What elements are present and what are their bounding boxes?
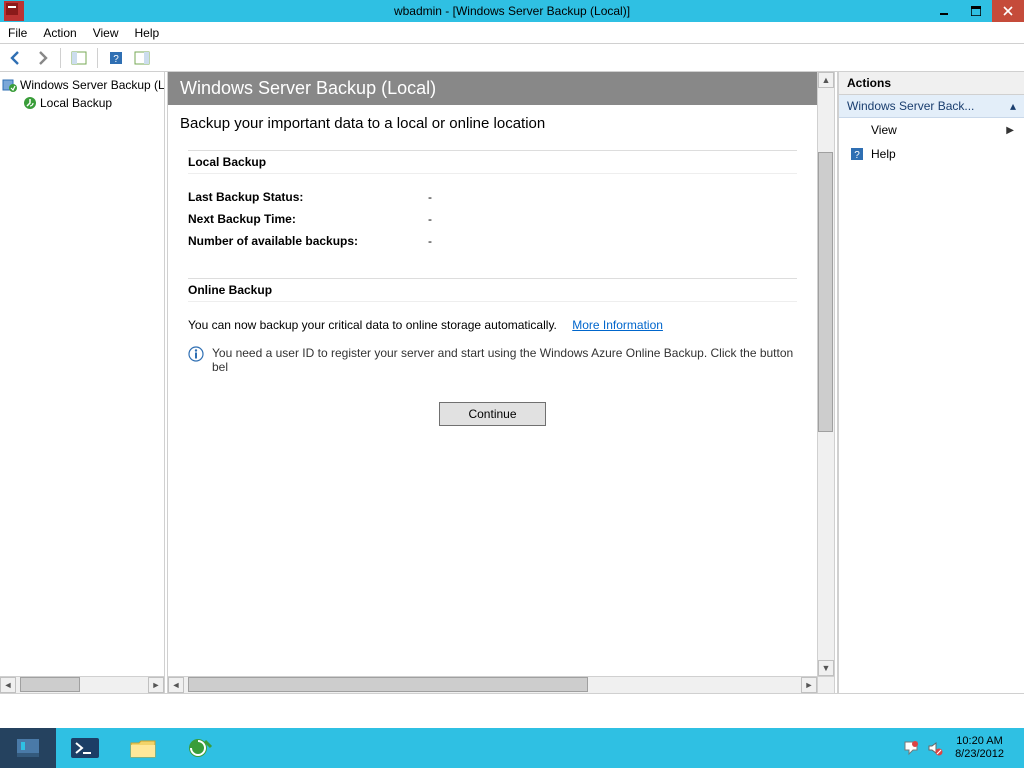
blank-icon: [849, 122, 865, 138]
tree-horizontal-scrollbar[interactable]: ◄ ►: [0, 676, 164, 693]
start-button[interactable]: [0, 728, 56, 768]
backup-count-value: -: [428, 234, 797, 248]
backup-count-row: Number of available backups: -: [188, 234, 797, 248]
tree-root-label: Windows Server Backup (L: [20, 78, 164, 92]
actions-help-label: Help: [871, 147, 896, 161]
scroll-thumb[interactable]: [818, 152, 833, 432]
page-subtitle: Backup your important data to a local or…: [168, 105, 817, 150]
forward-button[interactable]: [30, 46, 54, 70]
taskbar: 10:20 AM 8/23/2012: [0, 728, 1024, 768]
close-button[interactable]: [992, 0, 1024, 22]
last-backup-status-value: -: [428, 190, 797, 204]
toolbar-separator: [60, 48, 61, 68]
online-backup-section: Online Backup You can now backup your cr…: [188, 278, 797, 426]
actions-pane: Actions Windows Server Back... ▴ View ▶ …: [838, 72, 1024, 693]
clock-time: 10:20 AM: [955, 735, 1004, 748]
center-vertical-scrollbar[interactable]: ▲ ▼: [817, 72, 834, 676]
next-backup-time-label: Next Backup Time:: [188, 212, 428, 226]
next-backup-time-value: -: [428, 212, 797, 226]
center-content: Windows Server Backup (Local) Backup you…: [168, 72, 817, 676]
menu-help[interactable]: Help: [127, 23, 168, 43]
online-backup-text: You can now backup your critical data to…: [188, 318, 557, 332]
info-icon: [188, 346, 204, 362]
actions-view-label: View: [871, 123, 897, 137]
show-hide-action-button[interactable]: [130, 46, 154, 70]
scroll-thumb[interactable]: [188, 677, 588, 692]
toolbar: ?: [0, 44, 1024, 72]
system-tray: 10:20 AM 8/23/2012: [899, 728, 1024, 768]
local-backup-section: Local Backup Last Backup Status: - Next …: [188, 150, 797, 248]
scroll-corner: [817, 676, 834, 693]
more-information-link[interactable]: More Information: [572, 318, 663, 332]
online-backup-description: You can now backup your critical data to…: [188, 318, 797, 332]
actions-group-label: Windows Server Back...: [847, 99, 974, 113]
info-text: You need a user ID to register your serv…: [212, 346, 797, 374]
action-center-icon[interactable]: [902, 739, 920, 757]
center-pane: Windows Server Backup (Local) Backup you…: [168, 72, 834, 693]
maximize-button[interactable]: [960, 0, 992, 22]
chevron-right-icon: ▶: [1006, 125, 1014, 136]
menu-action[interactable]: Action: [35, 23, 84, 43]
taskbar-wbadmin-button[interactable]: [172, 728, 230, 768]
clock-date: 8/23/2012: [955, 748, 1004, 761]
scroll-left-arrow-icon[interactable]: ◄: [0, 677, 16, 693]
scroll-right-arrow-icon[interactable]: ►: [801, 677, 817, 693]
show-hide-tree-button[interactable]: [67, 46, 91, 70]
minimize-button[interactable]: [928, 0, 960, 22]
page-title: Windows Server Backup (Local): [168, 72, 817, 105]
next-backup-time-row: Next Backup Time: -: [188, 212, 797, 226]
center-horizontal-scrollbar[interactable]: ◄ ►: [168, 676, 817, 693]
online-backup-section-title: Online Backup: [188, 278, 797, 302]
collapse-arrow-icon: ▴: [1010, 99, 1016, 113]
actions-view-item[interactable]: View ▶: [839, 118, 1024, 142]
scroll-right-arrow-icon[interactable]: ►: [148, 677, 164, 693]
svg-text:?: ?: [854, 150, 860, 161]
info-line: You need a user ID to register your serv…: [188, 346, 797, 374]
backup-count-label: Number of available backups:: [188, 234, 428, 248]
workspace: Windows Server Backup (L Local Backup ◄ …: [0, 72, 1024, 693]
tree-pane: Windows Server Backup (L Local Backup ◄ …: [0, 72, 164, 693]
back-button[interactable]: [4, 46, 28, 70]
toolbar-separator: [97, 48, 98, 68]
local-backup-icon: [22, 95, 38, 111]
taskbar-powershell-button[interactable]: [56, 728, 114, 768]
scroll-down-arrow-icon[interactable]: ▼: [818, 660, 834, 676]
last-backup-status-row: Last Backup Status: -: [188, 190, 797, 204]
menu-file[interactable]: File: [0, 23, 35, 43]
volume-icon[interactable]: [926, 739, 944, 757]
scroll-up-arrow-icon[interactable]: ▲: [818, 72, 834, 88]
actions-group-title[interactable]: Windows Server Back... ▴: [839, 95, 1024, 118]
help-toolbar-button[interactable]: ?: [104, 46, 128, 70]
tree-child-label: Local Backup: [40, 96, 112, 110]
last-backup-status-label: Last Backup Status:: [188, 190, 428, 204]
actions-help-item[interactable]: ? Help: [839, 142, 1024, 166]
svg-text:?: ?: [113, 54, 119, 65]
tree-child-node[interactable]: Local Backup: [0, 94, 164, 112]
continue-button[interactable]: Continue: [439, 402, 545, 426]
menu-view[interactable]: View: [85, 23, 127, 43]
taskbar-clock[interactable]: 10:20 AM 8/23/2012: [947, 735, 1012, 761]
window-titlebar: wbadmin - [Windows Server Backup (Local)…: [0, 0, 1024, 22]
mmc-status-bar: [0, 693, 1024, 728]
tree-root-node[interactable]: Windows Server Backup (L: [0, 76, 164, 94]
actions-header: Actions: [839, 72, 1024, 95]
local-backup-section-title: Local Backup: [188, 150, 797, 174]
scroll-thumb[interactable]: [20, 677, 80, 692]
menubar: File Action View Help: [0, 22, 1024, 44]
app-icon: [4, 1, 24, 21]
window-title: wbadmin - [Windows Server Backup (Local)…: [0, 4, 1024, 18]
taskbar-explorer-button[interactable]: [114, 728, 172, 768]
server-backup-icon: [2, 77, 18, 93]
help-icon: ?: [849, 146, 865, 162]
scroll-left-arrow-icon[interactable]: ◄: [168, 677, 184, 693]
